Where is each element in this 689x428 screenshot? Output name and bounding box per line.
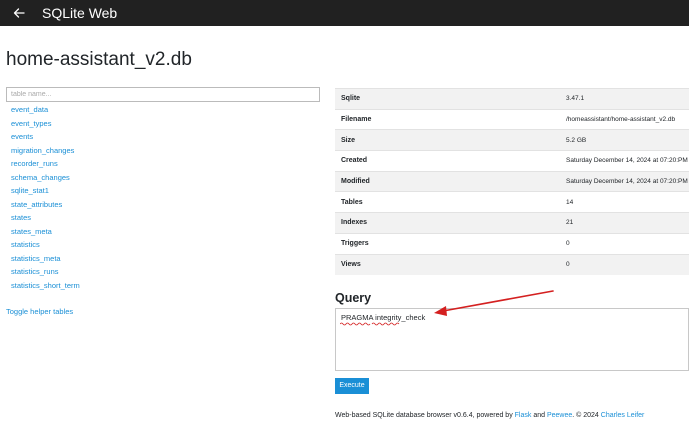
info-value: 21 (564, 212, 689, 234)
flask-link[interactable]: Flask (515, 412, 532, 419)
table-row: Created Saturday December 14, 2024 at 07:… (335, 150, 689, 172)
query-textarea[interactable]: PRAGMA integrity_check (335, 308, 689, 371)
footer-text: Web-based SQLite database browser v0.6.4… (335, 412, 515, 419)
execute-button[interactable]: Execute (335, 378, 369, 394)
table-link[interactable]: statistics (11, 240, 40, 249)
table-row: Size 5.2 GB (335, 129, 689, 151)
query-heading: Query (335, 291, 372, 305)
table-row: Triggers 0 (335, 232, 689, 254)
info-key: Sqlite (335, 88, 564, 110)
table-link[interactable]: states (11, 213, 31, 222)
table-link[interactable]: events (11, 132, 33, 141)
list-item: states_meta (11, 225, 80, 239)
table-link[interactable]: statistics_meta (11, 254, 61, 263)
spellcheck-underline (340, 322, 400, 326)
info-value: 3.47.1 (564, 88, 689, 110)
footer: Web-based SQLite database browser v0.6.4… (335, 411, 644, 421)
info-key: Created (335, 150, 564, 172)
info-key: Modified (335, 170, 564, 192)
list-item: statistics_meta (11, 252, 80, 266)
database-info-table: Sqlite 3.47.1 Filename/homeassistant/home… (335, 88, 689, 275)
table-link[interactable]: schema_changes (11, 173, 70, 182)
info-value: 0 (564, 253, 689, 275)
table-row: Tables 14 (335, 191, 689, 213)
list-item: schema_changes (11, 171, 80, 185)
peewee-link[interactable]: Peewee (547, 412, 572, 419)
list-item: event_data (11, 103, 80, 117)
toggle-helper-tables-link[interactable]: Toggle helper tables (6, 307, 73, 317)
list-item: recorder_runs (11, 157, 80, 171)
list-item: statistics_short_term (11, 279, 80, 293)
author-link[interactable]: Charles Leifer (601, 412, 645, 419)
table-row: Sqlite 3.47.1 (335, 88, 689, 110)
table-row: Filename/homeassistant/home-assistant_v2… (335, 108, 689, 130)
info-value: 5.2 GB (564, 129, 689, 151)
list-item: sqlite_stat1 (11, 184, 80, 198)
table-row: Views 0 (335, 253, 689, 275)
table-link[interactable]: event_types (11, 119, 51, 128)
info-key: Filename (335, 108, 564, 130)
table-link[interactable]: state_attributes (11, 200, 62, 209)
info-value: /homeassistant/home-assistant_v2.db (564, 108, 689, 130)
list-item: state_attributes (11, 198, 80, 212)
info-value: Saturday December 14, 2024 at 07:20:PM (564, 150, 689, 172)
footer-text: and (531, 412, 547, 419)
table-list: event_data event_types events migration_… (11, 103, 80, 292)
table-link[interactable]: recorder_runs (11, 159, 58, 168)
table-link[interactable]: sqlite_stat1 (11, 186, 49, 195)
list-item: migration_changes (11, 144, 80, 158)
list-item: events (11, 130, 80, 144)
table-row: Indexes 21 (335, 212, 689, 234)
table-row: Modified Saturday December 14, 2024 at 07… (335, 170, 689, 192)
app-title: SQLite Web (42, 5, 118, 21)
table-link[interactable]: statistics_runs (11, 267, 59, 276)
info-key: Tables (335, 191, 564, 213)
arrow-left-icon (13, 8, 25, 18)
list-item: states (11, 211, 80, 225)
info-value: 0 (564, 232, 689, 254)
table-search-input[interactable] (6, 87, 320, 102)
query-text: PRAGMA integrity_check (341, 313, 426, 322)
table-link[interactable]: event_data (11, 105, 48, 114)
top-bar: SQLite Web (0, 0, 689, 26)
table-link[interactable]: states_meta (11, 227, 52, 236)
back-button[interactable] (10, 4, 28, 22)
page-title: home-assistant_v2.db (6, 49, 192, 70)
info-key: Indexes (335, 212, 564, 234)
info-value: Saturday December 14, 2024 at 07:20:PM (564, 170, 689, 192)
info-value: 14 (564, 191, 689, 213)
info-key: Views (335, 253, 564, 275)
table-link[interactable]: migration_changes (11, 146, 74, 155)
info-key: Size (335, 129, 564, 151)
list-item: statistics_runs (11, 265, 80, 279)
info-key: Triggers (335, 232, 564, 254)
list-item: statistics (11, 238, 80, 252)
table-link[interactable]: statistics_short_term (11, 281, 80, 290)
list-item: event_types (11, 117, 80, 131)
footer-text: . © 2024 (572, 412, 601, 419)
